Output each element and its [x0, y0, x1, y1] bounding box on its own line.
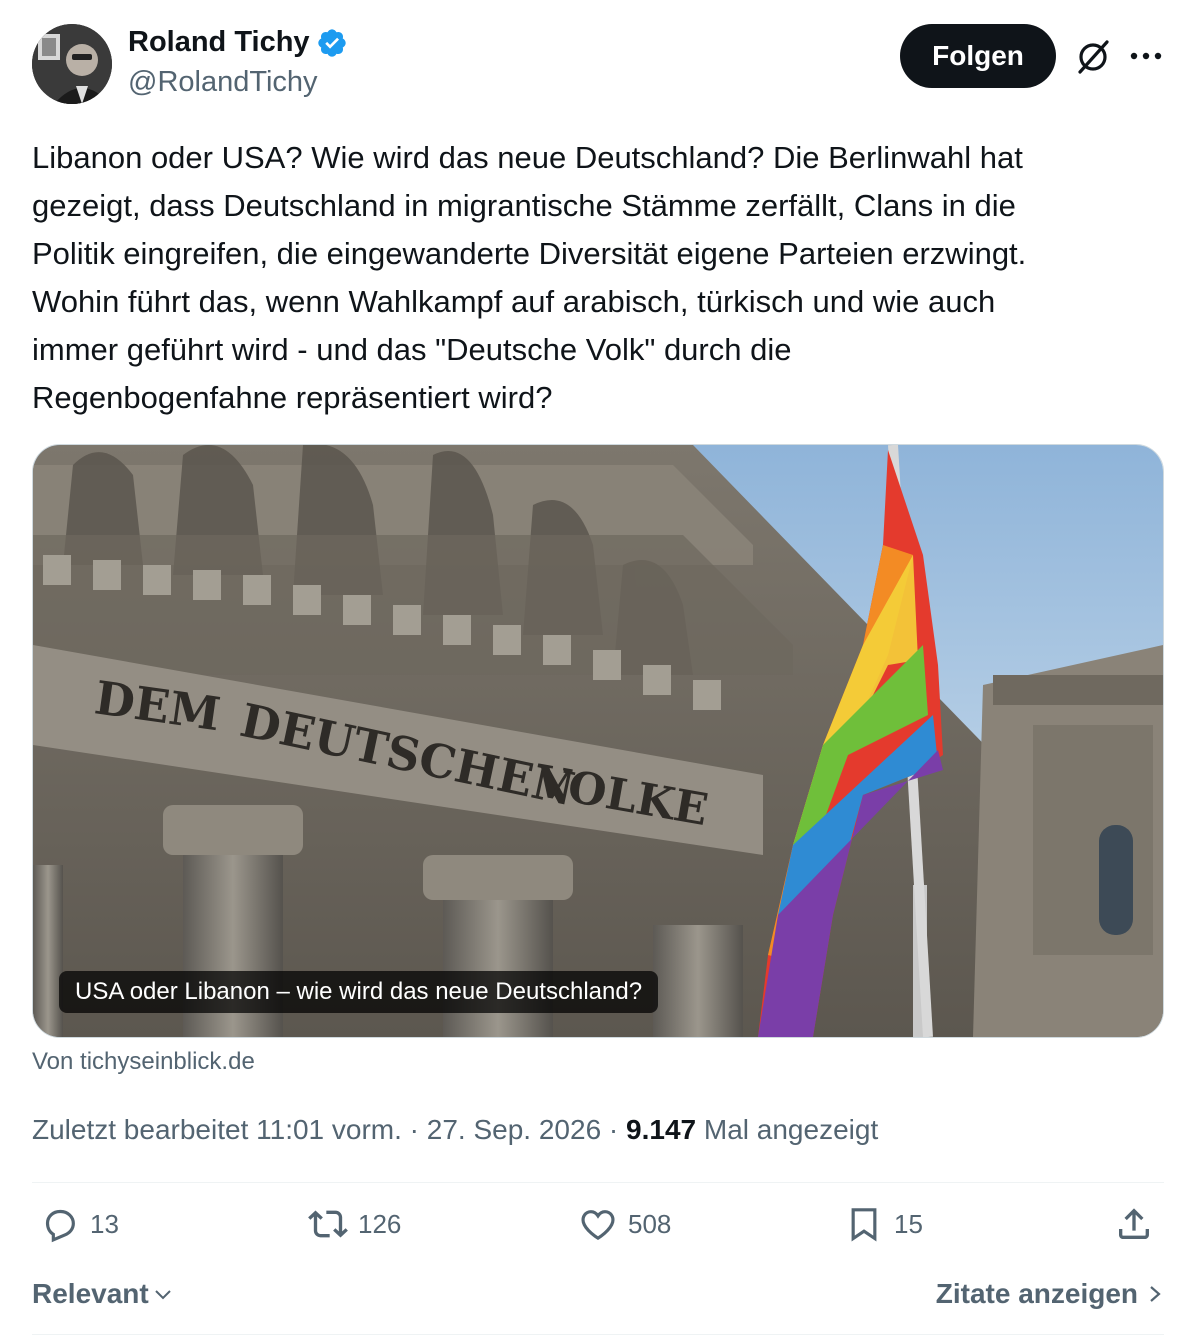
reichstag-photo: DEM DEUTSCHEN VOLKE — [33, 445, 1163, 1037]
sort-label: Relevant — [32, 1278, 149, 1309]
reply-count: 13 — [90, 1208, 119, 1239]
views-count: 9.147 — [626, 1114, 697, 1145]
quotes-label: Zitate anzeigen — [935, 1278, 1138, 1309]
action-bar: 13 126 508 15 — [32, 1204, 1164, 1264]
repost-count: 126 — [358, 1208, 402, 1239]
chevron-down-icon — [155, 1290, 171, 1300]
reply-button[interactable]: 13 — [40, 1204, 119, 1244]
author-handle[interactable]: @RolandTichy — [128, 66, 318, 99]
like-button[interactable]: 508 — [578, 1204, 671, 1244]
chevron-right-icon — [1150, 1286, 1161, 1302]
like-icon — [581, 1210, 615, 1241]
avatar[interactable] — [32, 24, 112, 104]
link-source[interactable]: Von tichyseinblick.de — [32, 1048, 255, 1076]
share-button[interactable] — [1114, 1204, 1154, 1244]
tweet-text: Libanon oder USA? Wie wird das neue Deut… — [32, 140, 1027, 415]
views-label: Mal angezeigt — [696, 1114, 879, 1145]
bookmark-button[interactable]: 15 — [844, 1204, 923, 1244]
repost-icon — [308, 1210, 348, 1238]
view-quotes-link[interactable]: Zitate anzeigen — [936, 1278, 1164, 1310]
like-count: 508 — [628, 1208, 672, 1239]
sort-replies-dropdown[interactable]: Relevant — [32, 1278, 175, 1310]
tweet-meta: Zuletzt bearbeitet 11:01 vorm. · 27. Sep… — [32, 1114, 878, 1146]
grok-icon[interactable] — [1074, 38, 1112, 76]
share-icon — [1119, 1208, 1149, 1239]
author-name-row: Roland Tichy — [128, 26, 348, 59]
link-card-caption: USA oder Libanon – wie wird das neue Deu… — [59, 971, 659, 1013]
divider — [32, 1334, 1164, 1335]
edited-timestamp[interactable]: Zuletzt bearbeitet 11:01 vorm. · 27. Sep… — [32, 1114, 626, 1145]
divider — [32, 1182, 1164, 1183]
avatar-image — [32, 24, 112, 104]
tweet-header: Roland Tichy @RolandTichy Folgen — [32, 22, 1164, 106]
bookmark-count: 15 — [894, 1208, 923, 1239]
repost-button[interactable]: 126 — [308, 1204, 401, 1244]
follow-button[interactable]: Folgen — [900, 24, 1056, 88]
reply-icon — [45, 1209, 75, 1243]
more-icon[interactable] — [1128, 40, 1164, 72]
author-display-name[interactable]: Roland Tichy — [128, 26, 310, 59]
link-card-image[interactable]: DEM DEUTSCHEN VOLKE USA oder Libanon – w… — [32, 444, 1164, 1038]
verified-badge-icon[interactable] — [316, 27, 348, 59]
bookmark-icon — [851, 1208, 877, 1242]
